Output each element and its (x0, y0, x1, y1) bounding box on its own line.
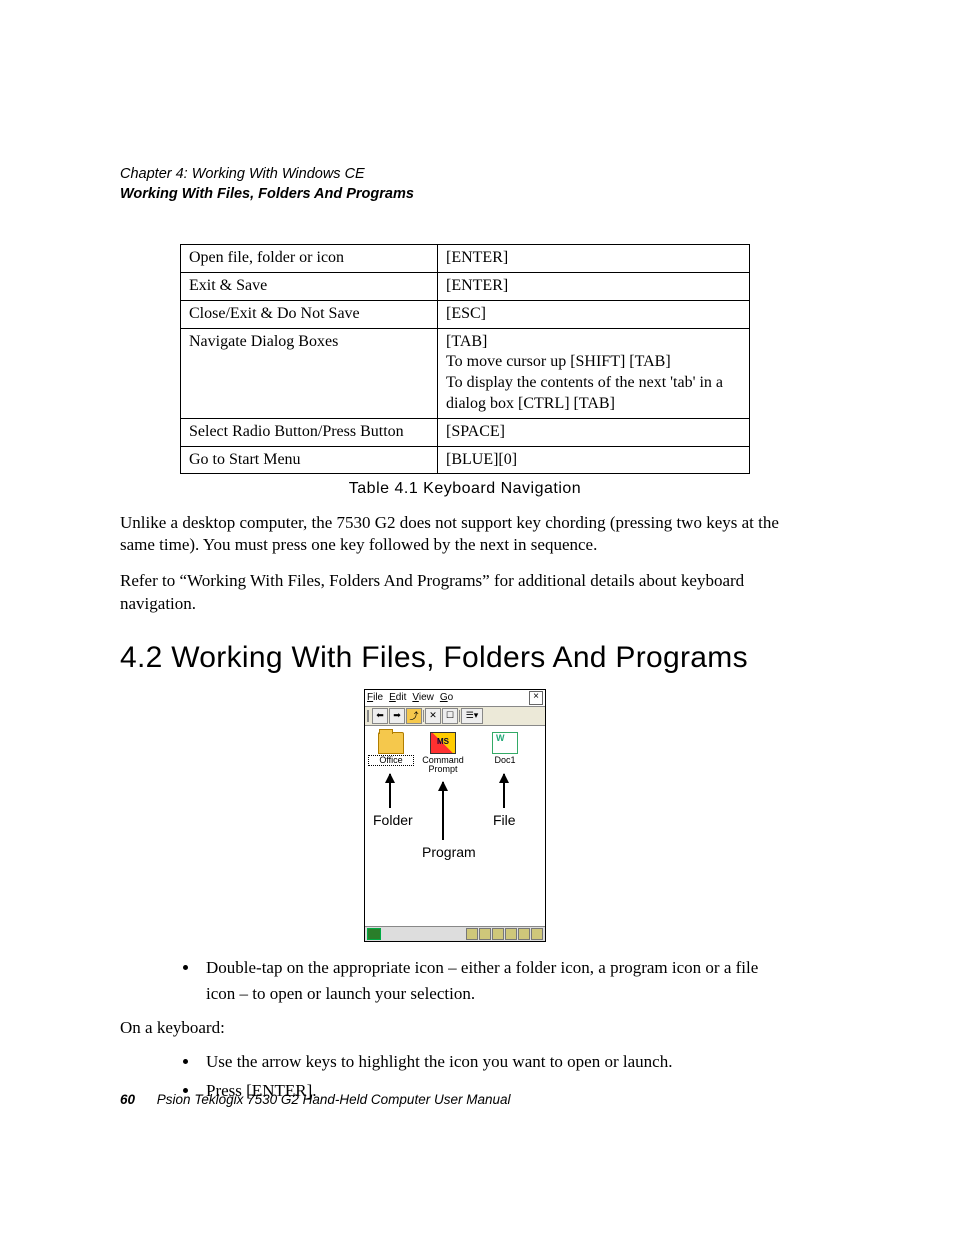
running-header: Chapter 4: Working With Windows CE Worki… (120, 165, 790, 204)
taskbar (365, 926, 545, 941)
paragraph: Unlike a desktop computer, the 7530 G2 d… (120, 512, 790, 556)
action-cell: Select Radio Button/Press Button (181, 418, 438, 446)
key-cell: [ENTER] (438, 272, 750, 300)
paragraph: On a keyboard: (120, 1017, 790, 1039)
keyboard-nav-table: Open file, folder or icon[ENTER]Exit & S… (180, 244, 750, 474)
up-button[interactable]: ⤴ (406, 708, 422, 724)
table-row: Select Radio Button/Press Button[SPACE] (181, 418, 750, 446)
device-screenshot: File Edit View Go × ⬅ ➡ ⤴ ✕ ☐ ☰▾ Of (364, 689, 546, 942)
back-button[interactable]: ⬅ (372, 708, 388, 724)
key-cell: [BLUE][0] (438, 446, 750, 474)
file-icon[interactable]: Doc1 (483, 732, 527, 765)
file-area: Office MS Command Prompt Doc1 Folder Pro… (365, 726, 545, 926)
file-glyph-icon (492, 732, 518, 754)
section-heading: 4.2 Working With Files, Folders And Prog… (120, 641, 790, 675)
separator (459, 710, 460, 722)
tray-icon[interactable] (466, 928, 478, 940)
action-cell: Exit & Save (181, 272, 438, 300)
forward-button[interactable]: ➡ (389, 708, 405, 724)
close-button[interactable]: × (529, 691, 543, 705)
arrow-icon (503, 774, 505, 808)
arrow-icon (389, 774, 391, 808)
tray-icon[interactable] (531, 928, 543, 940)
chapter-line: Chapter 4: Working With Windows CE (120, 165, 790, 185)
folder-icon[interactable]: Office (369, 732, 413, 765)
list-item: Double-tap on the appropriate icon – eit… (200, 955, 790, 1008)
section-line: Working With Files, Folders And Programs (120, 185, 790, 205)
icon-label: Command Prompt (421, 756, 465, 775)
table-row: Navigate Dialog Boxes[TAB]To move cursor… (181, 328, 750, 418)
icon-label: Doc1 (483, 756, 527, 765)
key-cell: [TAB]To move cursor up [SHIFT] [TAB]To d… (438, 328, 750, 418)
tray-icon[interactable] (492, 928, 504, 940)
separator (423, 710, 424, 722)
action-cell: Close/Exit & Do Not Save (181, 300, 438, 328)
table-row: Close/Exit & Do Not Save[ESC] (181, 300, 750, 328)
page-number: 60 (120, 1092, 135, 1107)
menu-go[interactable]: Go (440, 692, 453, 703)
annotation-file: File (493, 812, 516, 828)
key-cell: [ENTER] (438, 245, 750, 273)
table-caption: Table 4.1 Keyboard Navigation (180, 480, 750, 498)
tray-icon[interactable] (505, 928, 517, 940)
bullet-list: Double-tap on the appropriate icon – eit… (200, 955, 790, 1008)
table-row: Go to Start Menu[BLUE][0] (181, 446, 750, 474)
program-glyph-icon: MS (430, 732, 456, 754)
table-row: Open file, folder or icon[ENTER] (181, 245, 750, 273)
table-body: Open file, folder or icon[ENTER]Exit & S… (181, 245, 750, 474)
page-footer: 60 Psion Teklogix 7530 G2 Hand-Held Comp… (120, 1092, 510, 1107)
paragraph: Refer to “Working With Files, Folders An… (120, 570, 790, 614)
properties-button[interactable]: ☐ (442, 708, 458, 724)
delete-button[interactable]: ✕ (425, 708, 441, 724)
action-cell: Go to Start Menu (181, 446, 438, 474)
menu-file[interactable]: File (367, 692, 383, 703)
key-cell: [ESC] (438, 300, 750, 328)
footer-title: Psion Teklogix 7530 G2 Hand-Held Compute… (157, 1092, 511, 1107)
tray-icon[interactable] (518, 928, 530, 940)
system-tray (466, 928, 543, 940)
icon-label: Office (369, 756, 413, 765)
menubar: File Edit View Go × (365, 690, 545, 707)
start-button[interactable] (367, 928, 381, 940)
table-row: Exit & Save[ENTER] (181, 272, 750, 300)
action-cell: Open file, folder or icon (181, 245, 438, 273)
figure: File Edit View Go × ⬅ ➡ ⤴ ✕ ☐ ☰▾ Of (120, 689, 790, 945)
folder-glyph-icon (378, 732, 404, 754)
annotation-program: Program (422, 844, 476, 860)
arrow-icon (442, 782, 444, 840)
view-mode-button[interactable]: ☰▾ (461, 708, 483, 724)
toolbar-grip (367, 710, 369, 722)
annotation-folder: Folder (373, 812, 413, 828)
program-icon[interactable]: MS Command Prompt (421, 732, 465, 775)
action-cell: Navigate Dialog Boxes (181, 328, 438, 418)
tray-icon[interactable] (479, 928, 491, 940)
key-cell: [SPACE] (438, 418, 750, 446)
list-item: Use the arrow keys to highlight the icon… (200, 1049, 790, 1075)
toolbar: ⬅ ➡ ⤴ ✕ ☐ ☰▾ (365, 707, 545, 726)
menu-view[interactable]: View (412, 692, 434, 703)
menu-edit[interactable]: Edit (389, 692, 406, 703)
